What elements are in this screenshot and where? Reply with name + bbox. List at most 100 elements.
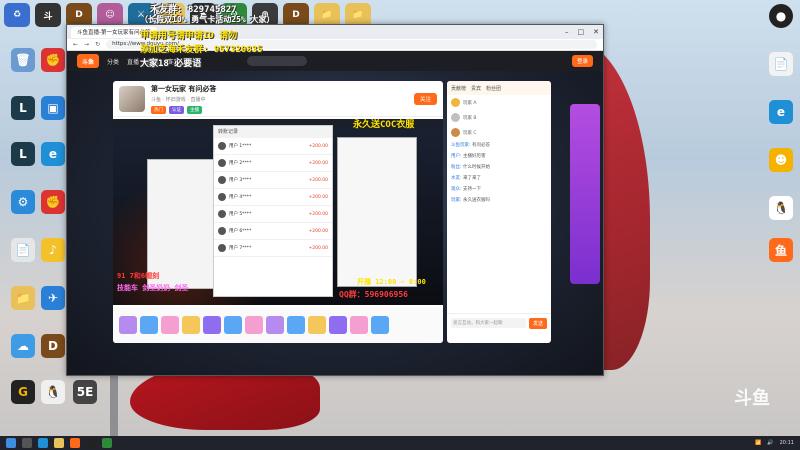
promo-strip[interactable]	[570, 104, 600, 284]
room-tag[interactable]: 认证	[169, 105, 184, 114]
left-red-text-2: 技能车 剑圣奶奶 剑圣	[117, 284, 189, 292]
user-avatar-icon	[218, 227, 226, 235]
douyu-taskbar-icon[interactable]	[70, 438, 80, 448]
douyu-desktop-icon[interactable]: 鱼	[762, 238, 800, 262]
avatar[interactable]	[119, 85, 145, 112]
douyu-logo[interactable]: 斗鱼	[77, 54, 99, 68]
back-icon[interactable]: ←	[73, 41, 78, 48]
banner-text: 永久送COC衣服	[353, 120, 415, 130]
forward-icon[interactable]: →	[84, 41, 89, 48]
app-taskbar-icon[interactable]	[102, 438, 112, 448]
music-icon: ♪	[41, 238, 65, 262]
file-desktop-icon[interactable]: 📄	[762, 52, 800, 76]
explorer-icon[interactable]	[54, 438, 64, 448]
gift-icon[interactable]	[140, 316, 158, 334]
user-avatar-icon	[218, 244, 226, 252]
stream-stage: 第一女玩家 有问必答 斗鱼 · 怀旧游戏 · 直播中 热门 认证 主播 关注 转…	[67, 71, 603, 375]
left-red-text: 91 7和6帽刻	[117, 272, 160, 280]
follow-button[interactable]: 关注	[413, 92, 437, 105]
room-tag[interactable]: 热门	[151, 105, 166, 114]
qq-desktop-icon[interactable]: 🐧	[762, 196, 800, 220]
list-item: 用户 6**** +200.00	[214, 223, 332, 240]
user-avatar-icon	[218, 193, 226, 201]
gift-icon[interactable]	[329, 316, 347, 334]
list-item: 用户 2**** +200.00	[214, 155, 332, 172]
rank-medal-icon	[451, 128, 460, 137]
douyu-icon: 鱼	[769, 238, 793, 262]
send-button[interactable]: 发送	[528, 318, 547, 329]
app-icon-red: ✊	[41, 190, 65, 214]
gift-icon[interactable]	[350, 316, 368, 334]
refresh-icon[interactable]: ↻	[95, 41, 100, 48]
stream-room: 第一女玩家 有问必答 斗鱼 · 怀旧游戏 · 直播中 热门 认证 主播 关注 转…	[113, 81, 443, 343]
tab-contribution[interactable]: 贡献榜	[451, 85, 466, 92]
app-icon: ✊	[41, 48, 65, 72]
activity-text: （长假双10% 勇气卡活动25% 大家）	[140, 15, 275, 24]
app-icon-1[interactable]: 斗	[35, 3, 61, 27]
g-icon: G	[11, 380, 35, 404]
list-item: 用户 1**** +200.00	[214, 138, 332, 155]
tab-vip[interactable]: 贵宾	[471, 85, 481, 92]
obs-icon: ●	[769, 4, 793, 28]
clock[interactable]: 20:11	[780, 440, 794, 446]
chat-input[interactable]: 发言互动，和大家一起聊	[451, 318, 526, 328]
room-tag[interactable]: 主播	[187, 105, 202, 114]
search-input[interactable]	[247, 56, 308, 66]
minimize-icon[interactable]: –	[565, 28, 569, 36]
gift-icon[interactable]	[224, 316, 242, 334]
nav-item[interactable]: 分类	[107, 57, 119, 66]
room-title: 第一女玩家 有问必答	[151, 84, 217, 93]
add-group-text: 添加芝海禾友群: 957320835	[140, 45, 263, 55]
edge-desktop-icon[interactable]: e	[762, 100, 800, 124]
play-time-text: 开播 12:00 ~ 0:00	[357, 278, 426, 286]
desktop-icon-13[interactable]: 5E	[66, 380, 104, 404]
volume-icon[interactable]: 🔊	[767, 440, 773, 446]
gift-icon[interactable]	[161, 316, 179, 334]
gift-icon[interactable]	[203, 316, 221, 334]
settings-icon: ⚙	[11, 190, 35, 214]
rank-medal-icon	[451, 98, 460, 107]
list-item: 用户 7**** +200.00	[214, 240, 332, 257]
fivee-icon: 5E	[73, 380, 97, 404]
start-icon[interactable]	[6, 438, 16, 448]
edge-icon: e	[41, 142, 65, 166]
tab-fans[interactable]: 粉丝团	[486, 85, 501, 92]
mascot-desktop-icon[interactable]: ☻	[762, 148, 800, 172]
file-icon: 📄	[11, 238, 35, 262]
side-panel: 贡献榜 贵宾 粉丝团 玩家 A 玩家 B 玩家 C 斗鱼玩家: 有问必答 用户:…	[447, 81, 551, 343]
chat-message: 玩家: 永久送衣服吗	[451, 198, 490, 203]
gift-icon[interactable]	[266, 316, 284, 334]
side-note-text: 大家18 必要语	[140, 59, 202, 69]
search-icon[interactable]	[22, 438, 32, 448]
close-icon[interactable]: ✕	[593, 28, 599, 36]
room-header: 第一女玩家 有问必答 斗鱼 · 怀旧游戏 · 直播中 热门 认证 主播 关注	[113, 81, 443, 117]
chat-message: 粉丝: 什么时候开始	[451, 165, 490, 170]
qq-icon: 🐧	[769, 196, 793, 220]
obs-taskbar-icon[interactable]	[86, 438, 96, 448]
maximize-icon[interactable]: □	[578, 28, 585, 36]
gift-icon[interactable]	[182, 316, 200, 334]
gift-icon[interactable]	[308, 316, 326, 334]
user-avatar-icon	[218, 142, 226, 150]
video-player[interactable]: 转账记录 用户 1**** +200.00 用户 2**** +200.00 用户 …	[113, 119, 443, 305]
chat-message: 观众: 支持一下	[451, 187, 481, 192]
obs-desktop-icon[interactable]: ●	[762, 4, 800, 28]
gift-icon[interactable]	[119, 316, 137, 334]
cloud-icon: ☁	[11, 334, 35, 358]
network-icon[interactable]: 📶	[755, 440, 761, 446]
nav-item[interactable]: 直播	[127, 57, 139, 66]
list-item: 用户 5**** +200.00	[214, 206, 332, 223]
list-item: 用户 4**** +200.00	[214, 189, 332, 206]
gift-icon[interactable]	[371, 316, 389, 334]
gift-icon[interactable]	[245, 316, 263, 334]
qq-id-text: QQ群：596906956	[339, 290, 408, 299]
feather-icon: ✈	[41, 286, 65, 310]
recycle-icon: 🗑	[11, 48, 35, 72]
system-tray: 📶 🔊 20:11	[755, 440, 794, 446]
edge-taskbar-icon[interactable]	[38, 438, 48, 448]
gift-icon[interactable]	[287, 316, 305, 334]
league-icon: L	[11, 96, 35, 120]
chat-screenshot	[147, 159, 217, 289]
recycle-bin-icon[interactable]: ♻	[4, 3, 30, 27]
login-button[interactable]: 登录	[571, 55, 593, 67]
